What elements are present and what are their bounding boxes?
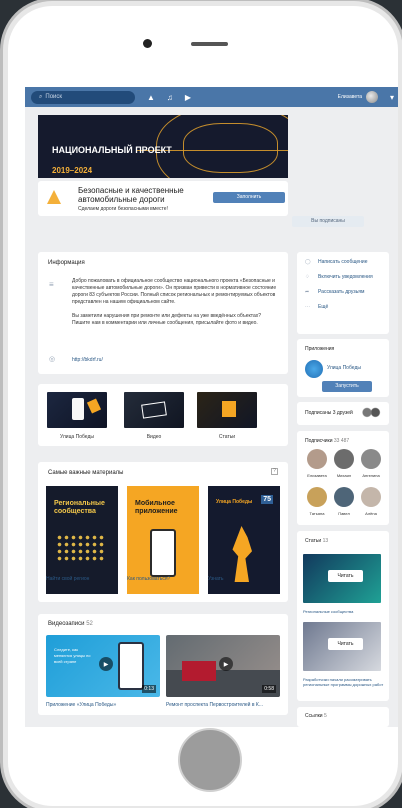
information-card: Информация ≡ Добро пожаловать в официаль…: [38, 252, 288, 374]
friend-avatars: [361, 407, 381, 419]
follower-mikhail[interactable]: Михаил: [331, 449, 357, 478]
videos-card: Видеозаписи 52 Следите, как меняются ули…: [38, 614, 288, 715]
follower-alena[interactable]: Алёна: [358, 487, 384, 516]
group-header: Безопасные и качественные автомобильные …: [38, 181, 288, 216]
home-button[interactable]: [178, 728, 242, 792]
video-caption-road[interactable]: Ремонт проспекта Первостроителей в К...: [166, 702, 280, 708]
article-image-programs[interactable]: Читать: [303, 622, 381, 671]
videos-title: Видеозаписи 52: [48, 621, 93, 627]
follower-elizaveta[interactable]: Елизавета: [304, 449, 330, 478]
avatar[interactable]: [365, 91, 378, 103]
phone-icon: [150, 529, 176, 577]
chevron-down-icon[interactable]: ▾: [390, 93, 394, 102]
video-caption-app[interactable]: Приложение «Улица Победы»: [46, 702, 160, 708]
article-image-regions[interactable]: Читать: [303, 554, 381, 603]
victory-badge: 75: [261, 495, 273, 504]
article-title-programs[interactable]: Разработчики начали рассматривать регион…: [303, 677, 389, 687]
play-icon[interactable]: ▶: [185, 93, 191, 102]
phone-frame: ⌕ Поиск ▲ ♫ ▶ Елизавета ▾ НАЦИОНАЛЬНЫЙ ПР…: [8, 6, 398, 806]
material-regions-caption[interactable]: Найти свой регион: [46, 576, 89, 582]
speaker-grill: [191, 42, 228, 46]
notifications-icon[interactable]: ▲: [147, 93, 155, 102]
media-gallery: Улица Победы Видео Статьи: [38, 384, 288, 446]
monument-icon: [232, 526, 252, 582]
follower-tatyana[interactable]: Татьяна: [304, 487, 330, 516]
dots-map-icon: [56, 534, 106, 562]
bell-icon: ♢: [305, 274, 310, 280]
music-icon[interactable]: ♫: [167, 93, 173, 102]
browser-screen: ⌕ Поиск ▲ ♫ ▶ Елизавета ▾ НАЦИОНАЛЬНЫЙ ПР…: [25, 87, 398, 727]
info-paragraph-1: Добро пожаловать в официальное сообществ…: [72, 278, 277, 305]
info-title: Информация: [48, 260, 85, 266]
followers-title: Подписчики 33 487: [305, 438, 350, 444]
help-icon[interactable]: ?: [271, 468, 278, 475]
read-article-button[interactable]: Читать: [328, 570, 363, 582]
follower-pavel[interactable]: Павел: [331, 487, 357, 516]
camera-icon: [143, 39, 152, 48]
app-name[interactable]: Улица Победы: [327, 365, 361, 371]
gallery-thumb-victory-street[interactable]: [47, 392, 107, 428]
links-title: Ссылки 5: [305, 713, 327, 719]
followers-card: Подписчики 33 487 Елизавета Михаил Ангел…: [297, 431, 389, 525]
friends-following-card[interactable]: Подписаны 3 друзей: [297, 402, 389, 425]
gallery-label-video[interactable]: Видео: [124, 434, 184, 440]
user-name[interactable]: Елизавета: [338, 94, 362, 100]
write-message-action[interactable]: ◯ Написать сообщение: [305, 259, 381, 265]
more-icon: ···: [305, 304, 310, 310]
materials-title: Самые важные материалы: [48, 470, 124, 476]
video-overlay-text: Следите, как меняются улицы по всей стра…: [54, 647, 91, 664]
articles-card: Статьи 13 Читать Региональные сообщества…: [297, 531, 389, 701]
follower-angelina[interactable]: Ангелина: [358, 449, 384, 478]
material-victory-caption[interactable]: Узнать: [208, 576, 224, 582]
cover-title: НАЦИОНАЛЬНЫЙ ПРОЕКТ: [52, 145, 172, 155]
articles-title: Статьи 13: [305, 538, 329, 544]
video-duration: 0:58: [262, 685, 276, 693]
group-actions: ◯ Написать сообщение ♢ Включить уведомлени…: [297, 252, 389, 334]
gallery-label-articles[interactable]: Статьи: [197, 434, 257, 440]
info-paragraph-2: Вы заметили нарушения при ремонте или де…: [72, 313, 262, 326]
video-road-repair[interactable]: ▶ 0:58: [166, 635, 280, 697]
globe-icon: ◎: [49, 356, 56, 363]
website-link[interactable]: http://bkdrf.ru/: [72, 357, 103, 363]
share-action[interactable]: ➦ Рассказать друзьям: [305, 289, 381, 295]
video-app[interactable]: Следите, как меняются улицы по всей стра…: [46, 635, 160, 697]
important-materials: Самые важные материалы ? Региональные со…: [38, 462, 288, 602]
gallery-thumb-video[interactable]: [124, 392, 184, 428]
play-button[interactable]: ▶: [99, 657, 113, 671]
group-status: Сделаем дороги безопасными вместе!: [78, 206, 168, 212]
road-logo-icon: [47, 190, 61, 204]
material-app-text: Мобильное приложение: [135, 500, 178, 515]
applications-card: Приложения Улица Победы Запустить: [297, 339, 389, 397]
more-action[interactable]: ··· Ещё: [305, 304, 381, 310]
subscribed-button[interactable]: Вы подписаны: [292, 216, 364, 227]
fill-button[interactable]: Заполнить: [213, 192, 285, 203]
applications-title: Приложения: [305, 346, 335, 352]
links-card: Ссылки 5: [297, 707, 389, 727]
search-input[interactable]: ⌕ Поиск: [31, 90, 135, 104]
video-duration: 0:13: [142, 685, 156, 693]
top-navigation: ⌕ Поиск ▲ ♫ ▶ Елизавета ▾: [25, 87, 398, 107]
material-app-caption[interactable]: Как пользоваться?: [127, 576, 170, 582]
play-button[interactable]: ▶: [219, 657, 233, 671]
app-icon: [305, 360, 323, 378]
group-title: Безопасные и качественные автомобильные …: [78, 186, 184, 204]
share-icon: ➦: [305, 289, 310, 295]
notifications-action[interactable]: ♢ Включить уведомления: [305, 274, 381, 280]
material-victory-text: Улица Победы: [216, 499, 253, 505]
search-icon: ⌕: [39, 93, 43, 100]
info-icon: ≡: [49, 280, 54, 289]
group-cover: НАЦИОНАЛЬНЫЙ ПРОЕКТ 2019–2024: [38, 115, 288, 178]
read-article-button[interactable]: Читать: [328, 638, 363, 650]
message-icon: ◯: [305, 259, 311, 265]
info-description: Добро пожаловать в официальное сообществ…: [72, 278, 280, 327]
article-title-regions[interactable]: Региональные сообщества: [303, 609, 389, 614]
material-regions-text: Региональные сообщества: [54, 500, 105, 515]
friends-following-text: Подписаны 3 друзей: [305, 410, 353, 416]
launch-app-button[interactable]: Запустить: [322, 381, 372, 392]
cover-years: 2019–2024: [52, 166, 93, 175]
gallery-label-victory-street[interactable]: Улица Победы: [47, 434, 107, 440]
gallery-thumb-articles[interactable]: [197, 392, 257, 428]
